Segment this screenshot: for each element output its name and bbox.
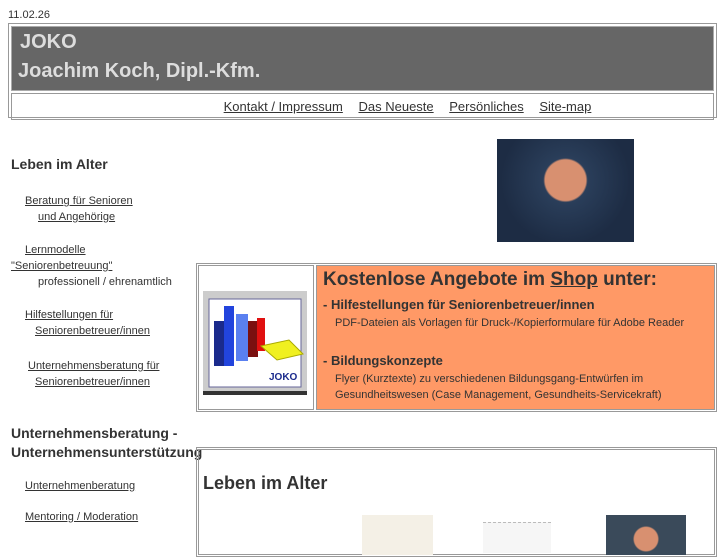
sidebar-heading-2: Unternehmensberatung - Unternehmensunters… xyxy=(11,425,203,460)
sidebar: Leben im Alter Beratung für Senioren und … xyxy=(11,156,203,523)
offer-text: Flyer (Kurztexte) zu verschiedenen Bildu… xyxy=(335,373,662,401)
thumbnail-portrait[interactable] xyxy=(606,515,686,555)
nav-sitemap[interactable]: Site-map xyxy=(539,99,591,114)
promo-box: JOKO Kostenlose Angebote im Shop unter: … xyxy=(196,263,717,412)
nav-kontakt[interactable]: Kontakt / Impressum xyxy=(224,99,343,114)
nav-neueste[interactable]: Das Neueste xyxy=(358,99,433,114)
promo-title: Kostenlose Angebote im Shop unter: xyxy=(323,269,657,290)
thumbnail-document[interactable] xyxy=(362,515,433,555)
date: 11.02.26 xyxy=(8,9,51,21)
section-title: Leben im Alter xyxy=(203,473,328,493)
link-unternehmenberatung[interactable]: Unternehmenberatung xyxy=(25,480,135,492)
svg-text:JOKO: JOKO xyxy=(269,372,298,383)
content-box: Leben im Alter xyxy=(196,447,717,557)
offer-title: - Bildungskonzepte xyxy=(323,353,443,368)
link-beratung[interactable]: Beratung für Senioren und Angehörige xyxy=(25,195,133,223)
note: professionell / ehrenamtlich xyxy=(38,276,172,288)
free-offers-panel: Kostenlose Angebote im Shop unter: - Hil… xyxy=(316,265,715,410)
site-owner: Joachim Koch, Dipl.-Kfm. xyxy=(18,60,261,82)
link-mentoring[interactable]: Mentoring / Moderation xyxy=(25,511,138,523)
brand: JOKO xyxy=(20,31,77,53)
top-nav: Kontakt / Impressum Das Neueste Persönli… xyxy=(11,93,714,120)
link-lernmodelle[interactable]: Lernmodelle "Seniorenbetreuung" xyxy=(11,244,112,272)
nav-persoenliches[interactable]: Persönliches xyxy=(449,99,523,114)
shop-link[interactable]: Shop xyxy=(550,269,598,290)
thumbnail-sketch[interactable] xyxy=(483,522,551,553)
link-hilfestellungen[interactable]: Hilfestellungen für Seniorenbetreuer/inne… xyxy=(25,309,150,337)
offer-text: PDF-Dateien als Vorlagen für Druck-/Kopi… xyxy=(335,317,685,329)
joko-logo: JOKO xyxy=(198,265,314,410)
link-unternehmensberatung-senioren[interactable]: Unternehmensberatung für Seniorenbetreuer… xyxy=(28,360,159,388)
sidebar-heading: Leben im Alter xyxy=(11,156,108,172)
header: JOKO Joachim Koch, Dipl.-Kfm. Kontakt / … xyxy=(8,23,717,120)
header-banner: JOKO Joachim Koch, Dipl.-Kfm. xyxy=(11,26,714,91)
portrait-photo xyxy=(497,139,634,242)
offer-title: - Hilfestellungen für Seniorenbetreuer/i… xyxy=(323,297,595,312)
